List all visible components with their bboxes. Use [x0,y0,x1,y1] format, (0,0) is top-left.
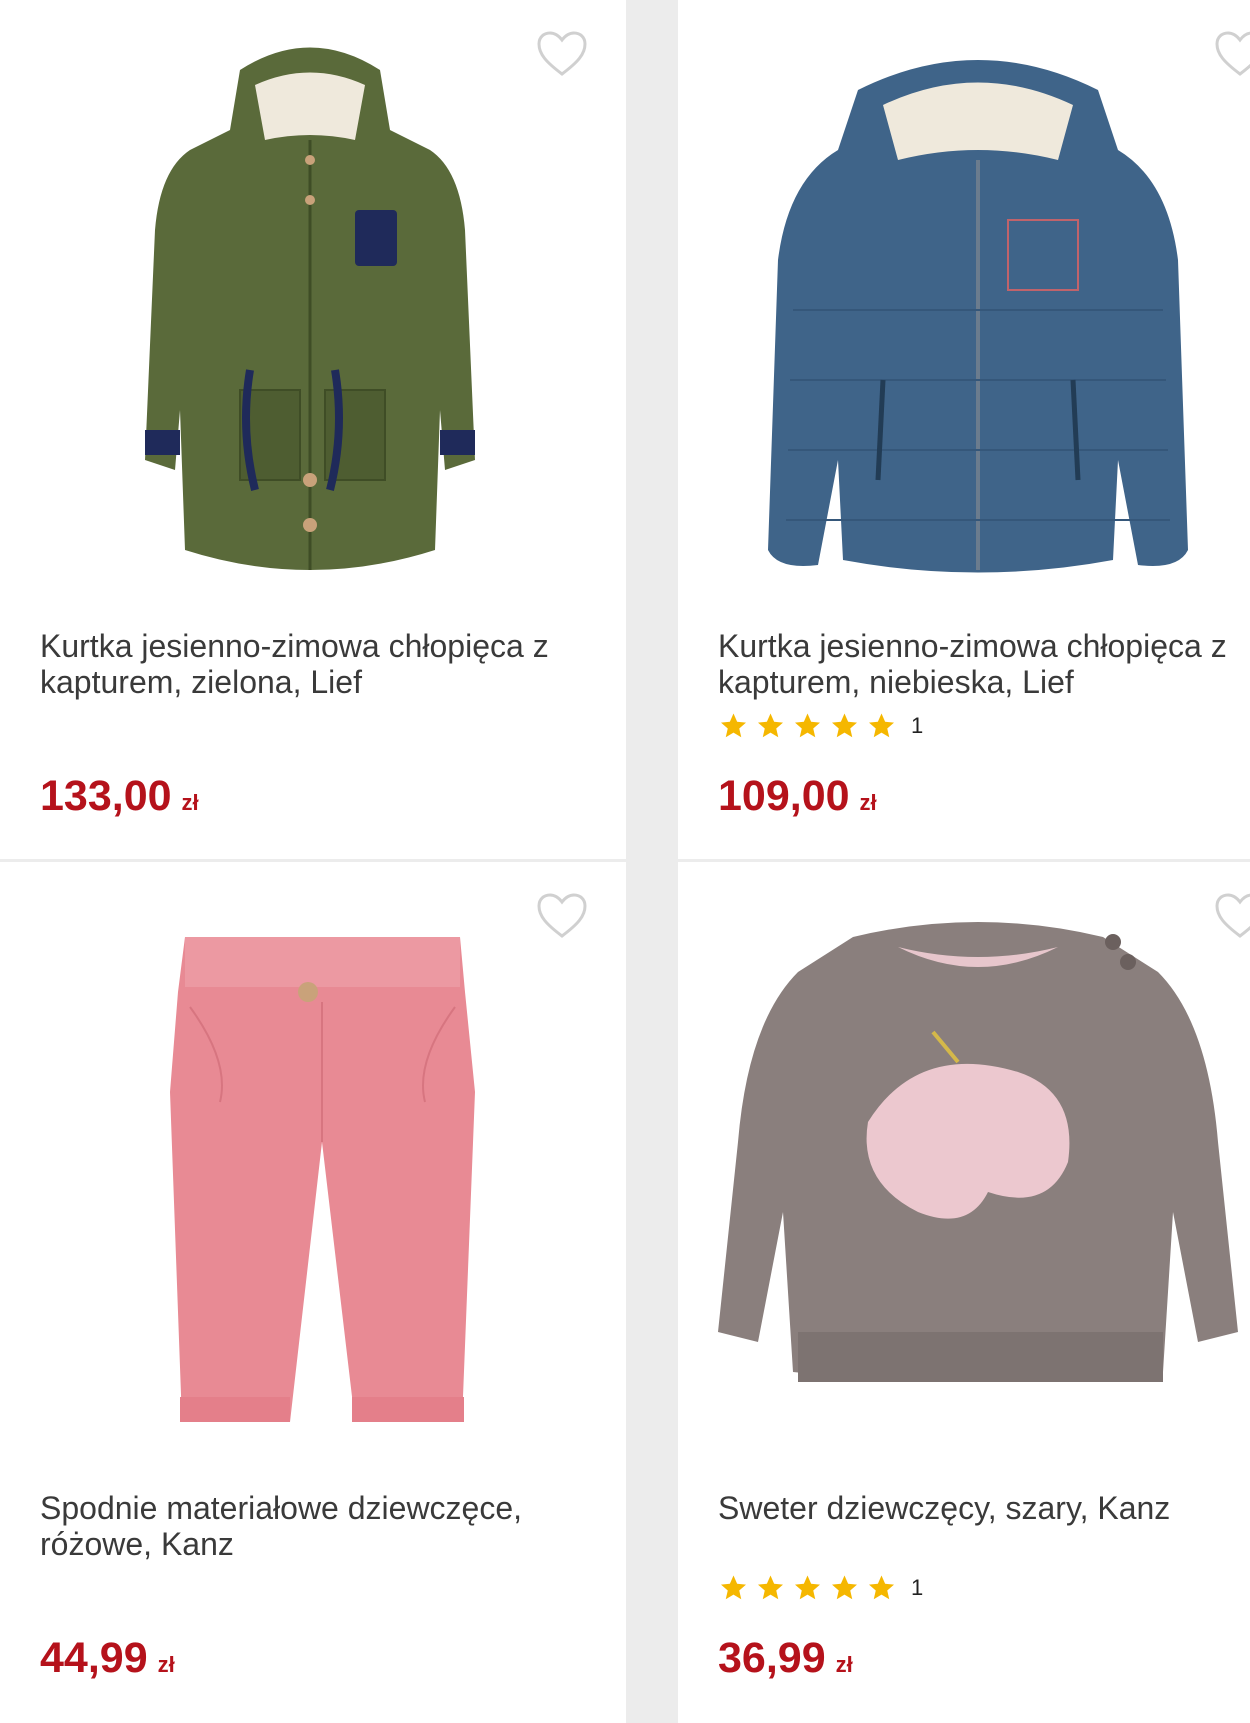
product-rating: 1 [718,1573,923,1603]
price-amount: 133,00 [40,772,172,820]
star-icon [869,713,894,738]
product-title[interactable]: Spodnie materiałowe dziewczęce, różowe, … [40,1490,580,1562]
star-icon [832,1575,857,1600]
rating-count: 1 [911,713,924,738]
heart-icon[interactable] [536,30,588,78]
product-image[interactable] [718,892,1238,1452]
price-currency: zł [181,790,199,815]
price-currency: zł [859,790,877,815]
star-icon [721,713,746,738]
price-currency: zł [157,1652,175,1677]
product-price: 36,99 zł [718,1634,853,1683]
price-amount: 44,99 [40,1634,148,1682]
price-amount: 36,99 [718,1634,826,1682]
product-card[interactable]: Spodnie materiałowe dziewczęce, różowe, … [0,862,626,1723]
star-icon [795,713,820,738]
product-price: 44,99 zł [40,1634,175,1683]
product-title[interactable]: Kurtka jesienno-zimowa chłopięca z kaptu… [718,628,1248,700]
product-title[interactable]: Kurtka jesienno-zimowa chłopięca z kaptu… [40,628,580,700]
star-icon [758,1575,783,1600]
price-currency: zł [835,1652,853,1677]
product-card[interactable]: Kurtka jesienno-zimowa chłopięca z kaptu… [678,0,1250,859]
rating-count: 1 [911,1575,924,1600]
product-title[interactable]: Sweter dziewczęcy, szary, Kanz [718,1490,1248,1526]
product-image[interactable] [90,892,530,1452]
product-image[interactable] [718,30,1238,590]
product-price: 109,00 zł [718,772,877,821]
price-amount: 109,00 [718,772,850,820]
heart-icon[interactable] [536,892,588,940]
star-icon [869,1575,894,1600]
product-card[interactable]: Kurtka jesienno-zimowa chłopięca z kaptu… [0,0,626,859]
product-price: 133,00 zł [40,772,199,821]
star-icon [721,1575,746,1600]
product-image[interactable] [90,30,530,590]
star-icon [832,713,857,738]
product-card[interactable]: Sweter dziewczęcy, szary, Kanz 1 36,99 zł [678,862,1250,1723]
star-icon [758,713,783,738]
product-rating: 1 [718,711,923,741]
star-icon [795,1575,820,1600]
